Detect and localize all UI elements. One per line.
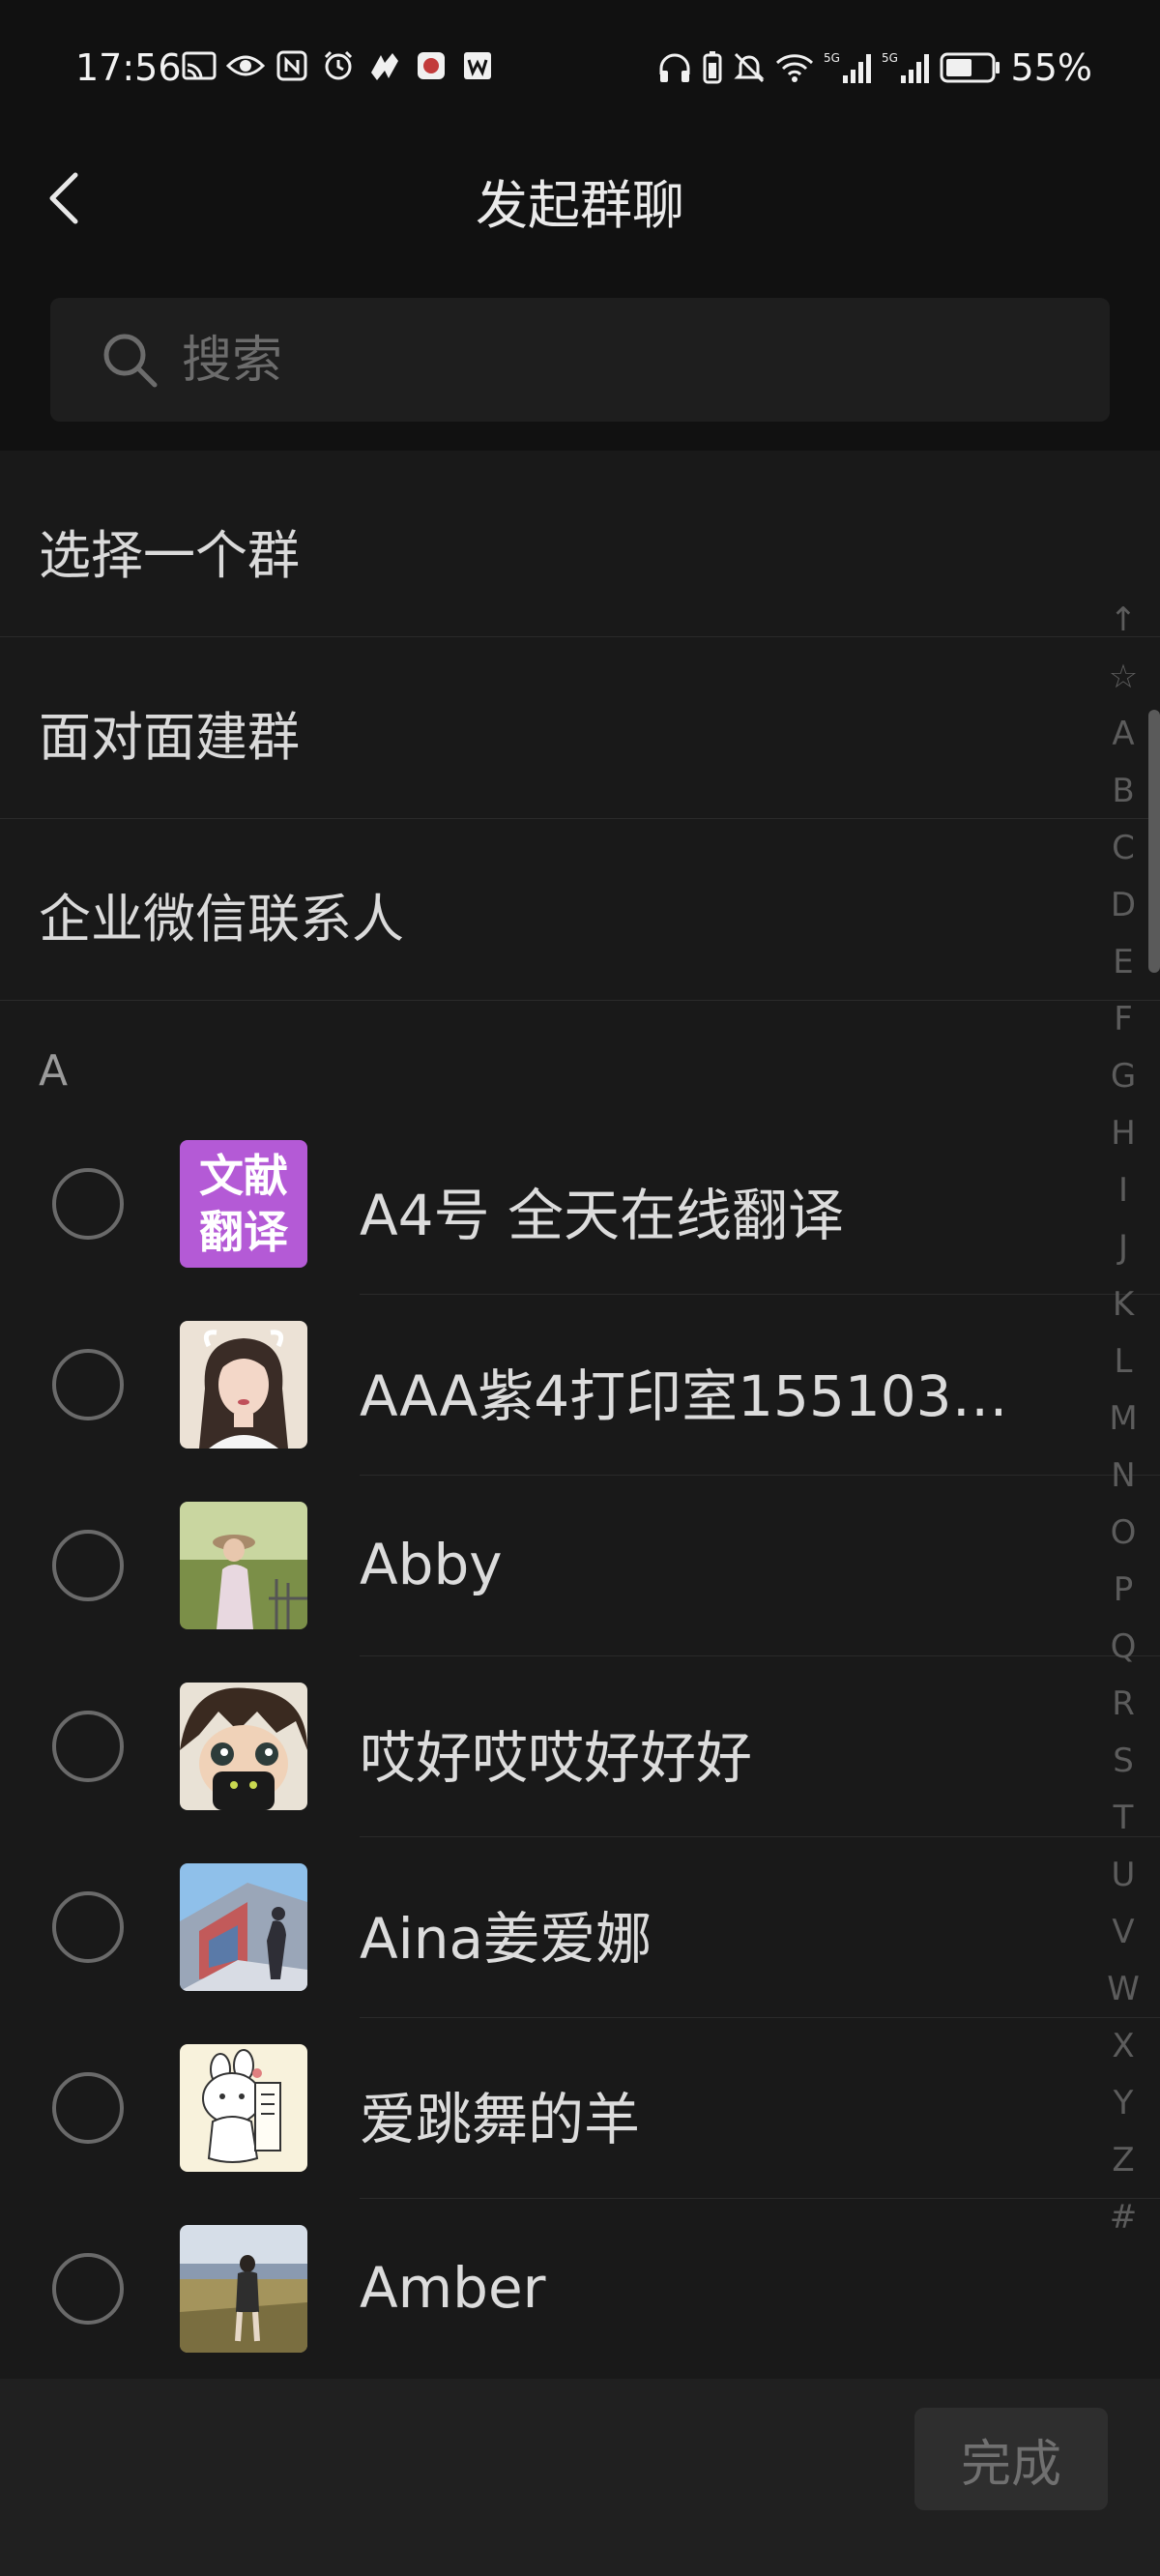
index-letter[interactable]: E (1100, 934, 1146, 991)
contact-row[interactable]: 文献 翻译 A4号 全天在线翻译 (0, 1114, 1160, 1295)
index-letter[interactable]: R (1100, 1676, 1146, 1733)
index-letter[interactable]: P (1100, 1562, 1146, 1619)
index-letter[interactable]: C (1100, 820, 1146, 877)
nfc-icon (273, 48, 311, 83)
index-letter[interactable]: G (1100, 1048, 1146, 1105)
contact-name: 哎好哎哎好好好 (360, 1725, 753, 1791)
contact-name: Abby (360, 1532, 503, 1597)
menu-item-label: 选择一个群 (39, 525, 300, 586)
index-letter[interactable]: U (1100, 1847, 1146, 1904)
index-letter[interactable]: F (1100, 991, 1146, 1048)
mute-bell-icon (733, 50, 766, 85)
index-letter[interactable]: O (1100, 1505, 1146, 1562)
eye-icon (226, 48, 265, 83)
contact-name: A4号 全天在线翻译 (360, 1183, 845, 1248)
section-header-a: A (39, 1046, 69, 1096)
search-icon (103, 334, 158, 388)
status-bar: 17:56 5G 5G 55% (0, 0, 1160, 135)
contact-row[interactable]: Abby (0, 1476, 1160, 1656)
menu-item-label: 企业微信联系人 (39, 889, 404, 950)
search-input[interactable] (180, 319, 1054, 402)
status-right-icons: 5G 5G 55% (657, 46, 1092, 89)
svg-text:5G: 5G (824, 51, 840, 65)
index-letter[interactable]: Z (1100, 2132, 1146, 2189)
index-letter[interactable]: ☆ (1100, 649, 1146, 706)
menu-item-label: 面对面建群 (39, 707, 300, 768)
select-radio[interactable] (52, 1349, 124, 1420)
contact-name: Amber (360, 2255, 546, 2321)
index-letter[interactable]: K (1100, 1276, 1146, 1333)
index-letter[interactable]: D (1100, 877, 1146, 934)
index-letter[interactable]: S (1100, 1733, 1146, 1790)
search-box[interactable] (50, 298, 1110, 422)
battery-saver-icon (702, 50, 723, 85)
contact-row[interactable]: 哎好哎哎好好好 (0, 1656, 1160, 1837)
app-notification-icon (365, 48, 404, 83)
select-radio[interactable] (52, 1891, 124, 1963)
index-letter[interactable]: B (1100, 763, 1146, 820)
scrollbar-thumb[interactable] (1148, 710, 1160, 973)
headphones-icon (657, 50, 692, 85)
face-to-face-group-item[interactable]: 面对面建群 (0, 636, 1160, 819)
bottom-bar: 完成 (0, 2379, 1160, 2576)
avatar (180, 1683, 307, 1810)
wps-icon (458, 48, 497, 83)
index-letter[interactable]: W (1100, 1961, 1146, 2018)
select-radio[interactable] (52, 2072, 124, 2144)
battery-icon (940, 50, 1001, 85)
wecom-contacts-item[interactable]: 企业微信联系人 (0, 818, 1160, 1001)
contact-name: AAA紫4打印室1551039... (360, 1363, 1017, 1429)
battery-percent: 55% (1010, 46, 1092, 89)
avatar (180, 2225, 307, 2353)
index-letter[interactable]: Q (1100, 1619, 1146, 1676)
svg-text:5G: 5G (882, 51, 898, 65)
index-letter[interactable]: ↑ (1100, 592, 1146, 649)
avatar (180, 1502, 307, 1629)
page-title: 发起群聊 (476, 175, 684, 236)
contact-row[interactable]: Amber (0, 2199, 1160, 2380)
signal-5g-icon-2: 5G (882, 50, 930, 85)
index-letter[interactable]: M (1100, 1390, 1146, 1448)
status-time: 17:56 (75, 46, 182, 89)
index-letter[interactable]: T (1100, 1790, 1146, 1847)
done-button[interactable]: 完成 (914, 2408, 1108, 2510)
contact-row[interactable]: 爱跳舞的羊 (0, 2018, 1160, 2199)
index-letter[interactable]: A (1100, 706, 1146, 763)
contact-row[interactable]: Aina姜爱娜 (0, 1837, 1160, 2018)
contact-name: Aina姜爱娜 (360, 1906, 652, 1972)
index-letter[interactable]: Y (1100, 2075, 1146, 2132)
avatar (180, 2044, 307, 2172)
avatar-text: 翻译 (199, 1206, 288, 1258)
select-radio[interactable] (52, 1530, 124, 1601)
avatar (180, 1321, 307, 1449)
index-letter[interactable]: V (1100, 1904, 1146, 1961)
contact-name: 爱跳舞的羊 (360, 2087, 641, 2152)
index-letter[interactable]: H (1100, 1105, 1146, 1162)
select-radio[interactable] (52, 1168, 124, 1240)
contact-row[interactable]: AAA紫4打印室1551039... (0, 1295, 1160, 1476)
status-left-icons (180, 48, 497, 83)
select-radio[interactable] (52, 2253, 124, 2325)
cast-icon (180, 48, 218, 83)
index-letter[interactable]: X (1100, 2018, 1146, 2075)
index-letter[interactable]: I (1100, 1162, 1146, 1219)
app-badge-icon (412, 48, 450, 83)
nav-bar: 发起群聊 (0, 135, 1160, 261)
signal-5g-icon-1: 5G (824, 50, 872, 85)
index-letter[interactable]: N (1100, 1448, 1146, 1505)
wifi-icon (775, 50, 814, 85)
index-letter[interactable]: # (1100, 2189, 1146, 2246)
alphabet-index-bar[interactable]: ↑ ☆ A B C D E F G H I J K L M N O P Q R S T U V W X Y Z # (1100, 592, 1146, 2246)
avatar-text: 文献 (199, 1150, 288, 1202)
search-area (0, 261, 1160, 451)
index-letter[interactable]: J (1100, 1219, 1146, 1276)
alarm-icon (319, 48, 358, 83)
select-group-item[interactable]: 选择一个群 (0, 454, 1160, 637)
index-letter[interactable]: L (1100, 1333, 1146, 1390)
select-radio[interactable] (52, 1711, 124, 1782)
avatar (180, 1863, 307, 1991)
avatar: 文献 翻译 (180, 1140, 307, 1268)
